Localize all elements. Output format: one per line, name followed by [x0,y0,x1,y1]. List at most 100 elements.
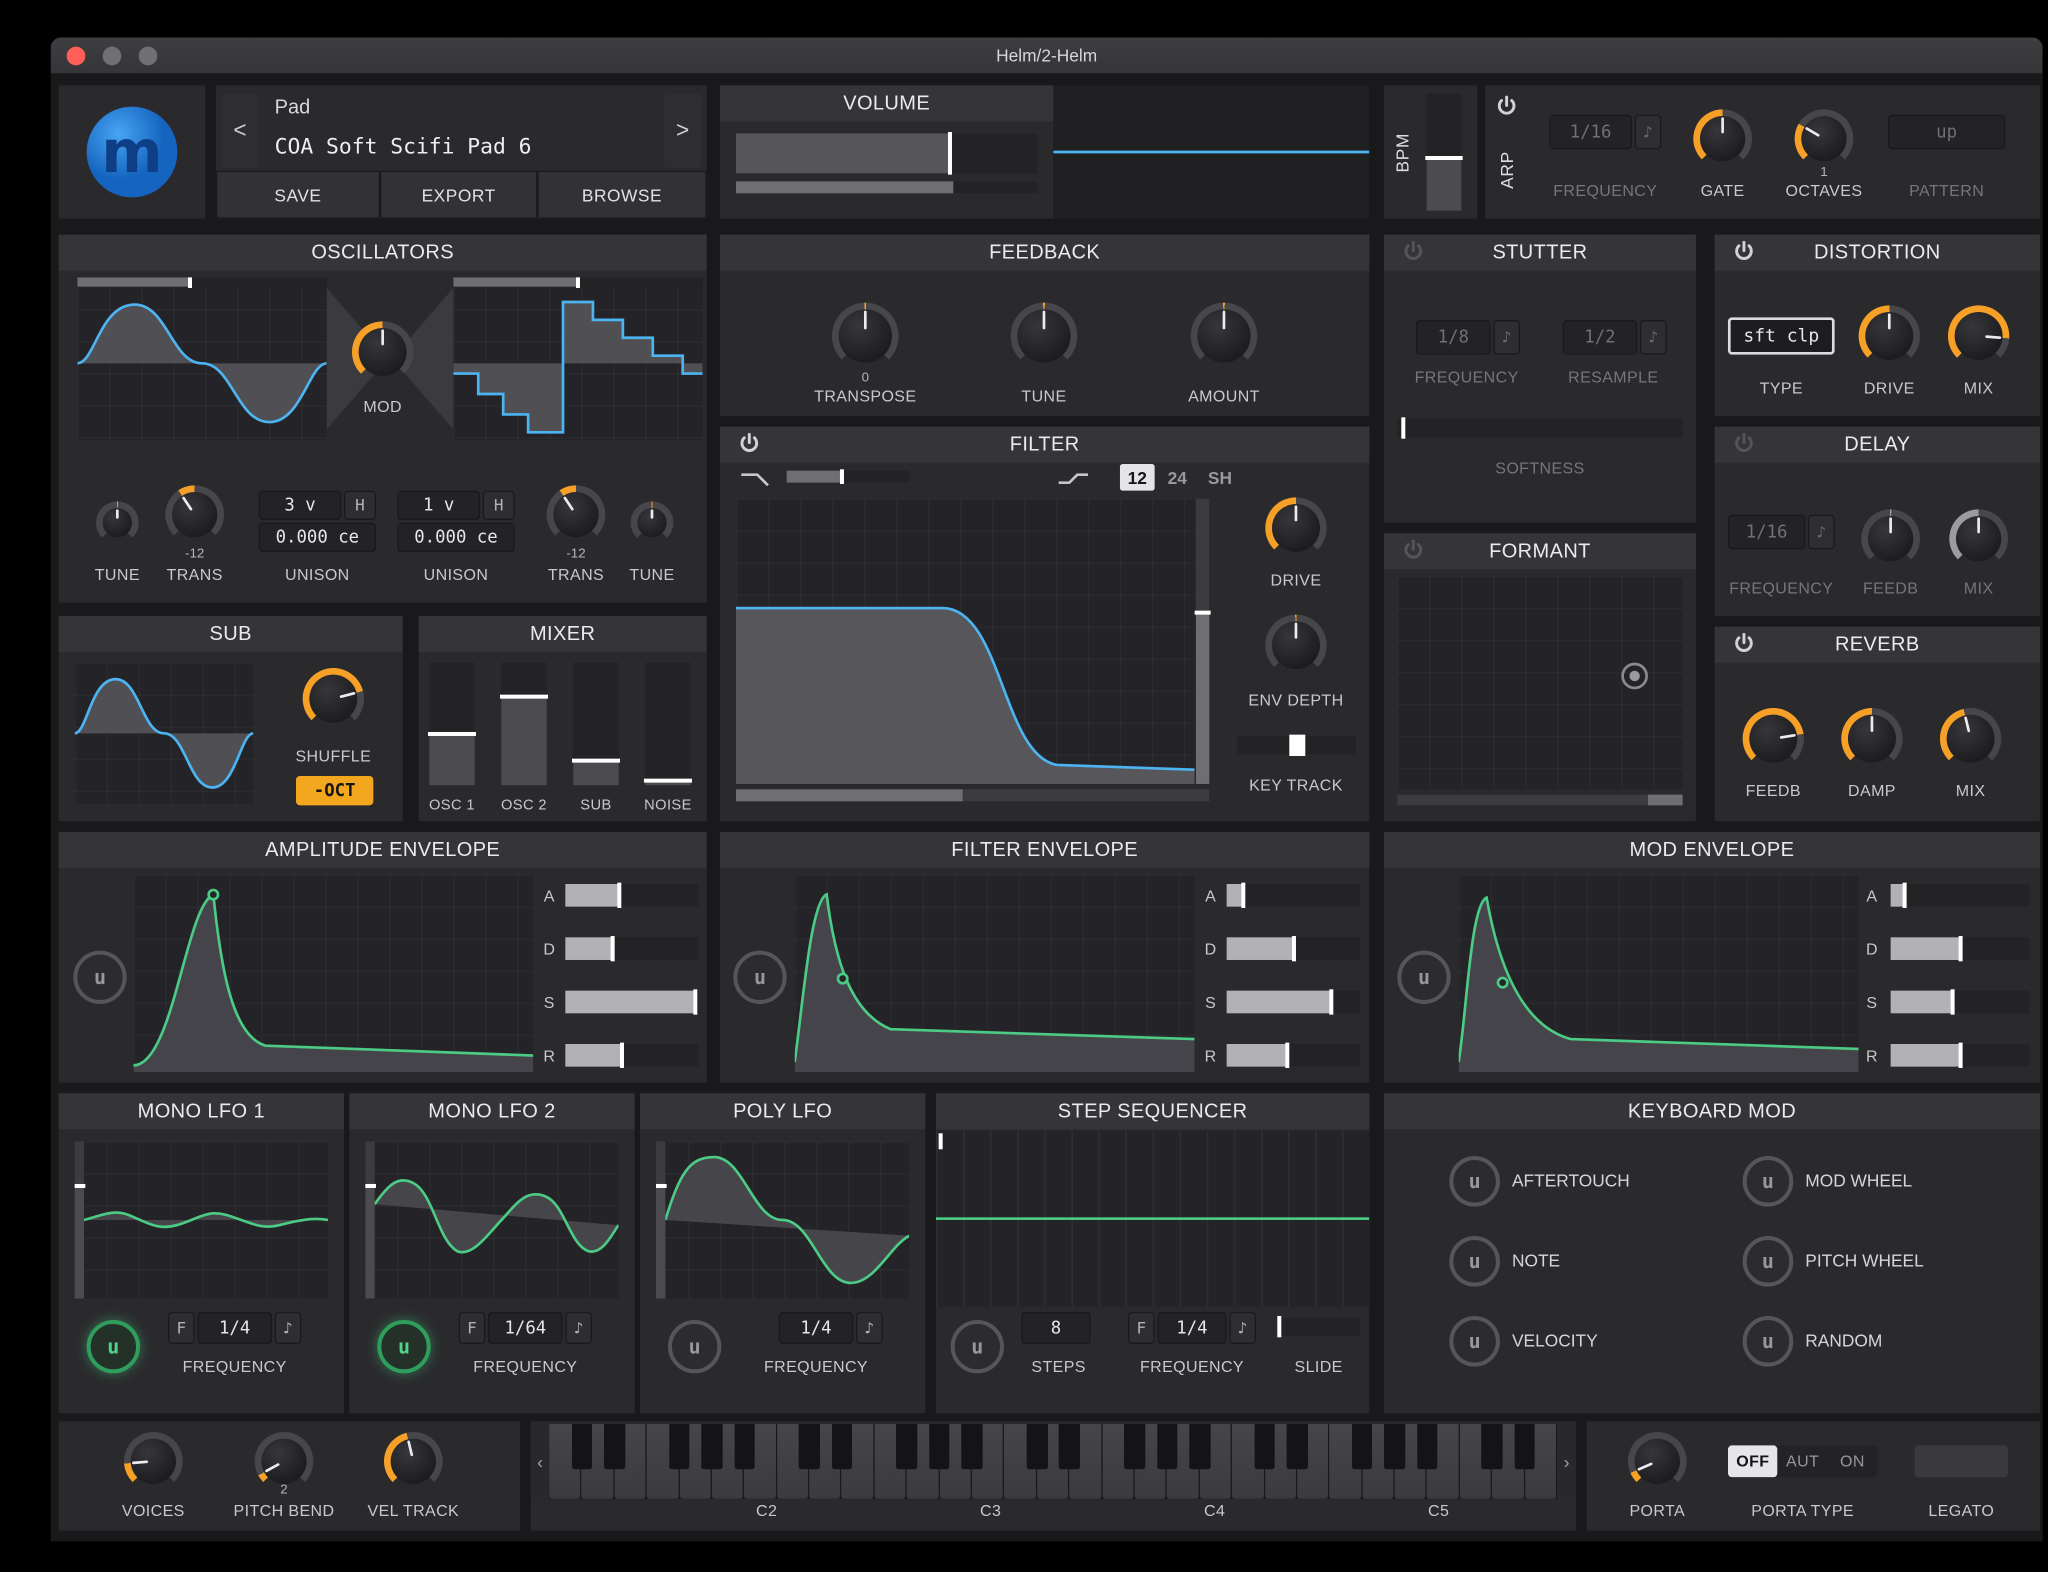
arp-gate-knob[interactable] [1693,109,1752,168]
filter-keytrack-slider[interactable] [1237,736,1356,755]
pitch-wheel-mod-source-button[interactable]: u [1743,1236,1794,1287]
feedback-tune-knob[interactable] [1011,303,1078,370]
reverb-feedback-knob[interactable] [1743,708,1804,769]
poly-lfo-amp-slider[interactable] [656,1141,665,1298]
bpm-slider[interactable] [1427,93,1462,210]
feedback-transpose-knob[interactable] [832,303,899,370]
delay-frequency-value[interactable]: 1/16 [1728,515,1805,550]
amp-env-release-slider[interactable] [565,1044,698,1067]
arp-octaves-knob[interactable] [1795,109,1854,168]
black-key[interactable] [929,1424,950,1470]
arp-sync-note-icon[interactable]: ♪ [1635,115,1662,150]
mono-lfo2-sync-mode-icon[interactable]: F [459,1312,486,1344]
osc2-tune-knob[interactable] [631,501,674,544]
porta-type-off-button[interactable]: OFF [1728,1445,1778,1477]
reverb-damp-knob[interactable] [1841,708,1902,769]
filter-resonance-slider[interactable] [1196,499,1209,784]
filter-env-decay-slider[interactable] [1227,937,1360,960]
reverb-power-button[interactable] [1731,631,1758,658]
distortion-drive-knob[interactable] [1859,305,1920,366]
osc1-transpose-knob[interactable] [165,485,224,544]
mono-lfo1-display[interactable] [75,1141,328,1298]
black-key[interactable] [701,1424,722,1470]
black-key[interactable] [1482,1424,1503,1470]
filter-env-attack-slider[interactable] [1227,884,1360,907]
black-key[interactable] [604,1424,625,1470]
amp-envelope-display[interactable] [133,875,533,1072]
porta-knob[interactable] [1628,1432,1687,1491]
stutter-frequency-note-icon[interactable]: ♪ [1493,320,1520,355]
mod-env-release-slider[interactable] [1891,1044,2030,1067]
volume-slider[interactable] [736,133,1037,173]
osc2-harmonize-button[interactable]: H [483,491,515,520]
formant-scrollbar[interactable] [1397,795,1682,806]
poly-lfo-display[interactable] [656,1141,909,1298]
stutter-resample-note-icon[interactable]: ♪ [1640,320,1667,355]
mono-lfo2-display[interactable] [365,1141,618,1298]
keyboard-scroll-right-button[interactable]: › [1557,1424,1576,1499]
delay-feedback-knob[interactable] [1861,509,1920,568]
black-key[interactable] [571,1424,592,1470]
filter-blend-slider[interactable] [787,471,910,483]
filter-power-button[interactable] [736,431,763,458]
mono-lfo1-sync-mode-icon[interactable]: F [168,1312,195,1344]
black-key[interactable] [669,1424,690,1470]
black-key[interactable] [832,1424,853,1470]
osc1-wave-selector[interactable] [77,277,326,286]
delay-power-button[interactable] [1731,431,1758,458]
mod-envelope-decay-handle[interactable] [1497,977,1509,989]
osc2-wave-selector[interactable] [453,277,702,286]
osc2-unison-detune[interactable]: 0.000 ce [397,523,514,552]
amp-env-mod-source-button[interactable]: u [73,951,126,1004]
black-key[interactable] [1417,1424,1438,1470]
step-sequencer-slide-slider[interactable] [1277,1317,1360,1336]
black-key[interactable] [1157,1424,1178,1470]
step-sequencer-display[interactable] [936,1131,1369,1307]
mono-lfo2-note-icon[interactable]: ♪ [565,1312,592,1344]
amp-env-sustain-slider[interactable] [565,991,698,1014]
mod-env-mod-source-button[interactable]: u [1397,951,1450,1004]
poly-lfo-note-icon[interactable]: ♪ [856,1312,883,1344]
sub-shuffle-knob[interactable] [303,668,364,729]
legato-toggle[interactable] [1915,1445,2008,1477]
poly-lfo-mod-source-button[interactable]: u [668,1320,721,1373]
close-window-button[interactable] [67,47,86,66]
next-patch-button[interactable]: > [664,93,701,168]
porta-type-on-button[interactable]: ON [1827,1445,1877,1477]
black-key[interactable] [1027,1424,1048,1470]
vel-track-knob[interactable] [384,1432,443,1491]
arp-power-button[interactable] [1493,93,1520,120]
prev-patch-button[interactable]: < [221,93,258,168]
filter-envelope-decay-handle[interactable] [837,973,849,985]
black-key[interactable] [1514,1424,1535,1470]
mono-lfo1-amp-slider[interactable] [75,1141,84,1298]
filter-drive-knob[interactable] [1265,497,1326,558]
mono-lfo2-mod-source-button[interactable]: u [377,1320,430,1373]
patch-category[interactable]: Pad [275,96,311,119]
filter-env-depth-knob[interactable] [1265,615,1326,676]
filter-scrollbar[interactable] [736,789,1209,801]
voices-knob[interactable] [124,1432,183,1491]
keyboard-scroll-left-button[interactable]: ‹ [531,1424,550,1499]
velocity-mod-source-button[interactable]: u [1449,1316,1500,1367]
osc1-unison-detune[interactable]: 0.000 ce [259,523,376,552]
arp-pattern-value[interactable]: up [1888,115,2005,150]
black-key[interactable] [1124,1424,1145,1470]
step-sequencer-sync-mode-icon[interactable]: F [1128,1312,1155,1344]
filter-response-display[interactable] [736,499,1195,784]
browse-button[interactable]: BROWSE [537,171,706,219]
step-sequencer-note-icon[interactable]: ♪ [1229,1312,1256,1344]
stutter-softness-slider[interactable] [1397,419,1682,438]
black-key[interactable] [1352,1424,1373,1470]
mixer-noise-slider[interactable] [645,663,690,786]
formant-power-button[interactable] [1400,537,1427,564]
filter-env-release-slider[interactable] [1227,1044,1360,1067]
piano-keyboard[interactable] [549,1424,1557,1499]
formant-xy-pad[interactable] [1397,576,1682,789]
mod-envelope-display[interactable] [1459,875,1859,1072]
filter-12db-button[interactable]: 12 [1120,464,1155,491]
stutter-frequency-value[interactable]: 1/8 [1416,320,1491,355]
black-key[interactable] [1254,1424,1275,1470]
step-sequencer-mod-source-button[interactable]: u [951,1320,1004,1373]
sub-waveform-display[interactable] [75,663,254,804]
